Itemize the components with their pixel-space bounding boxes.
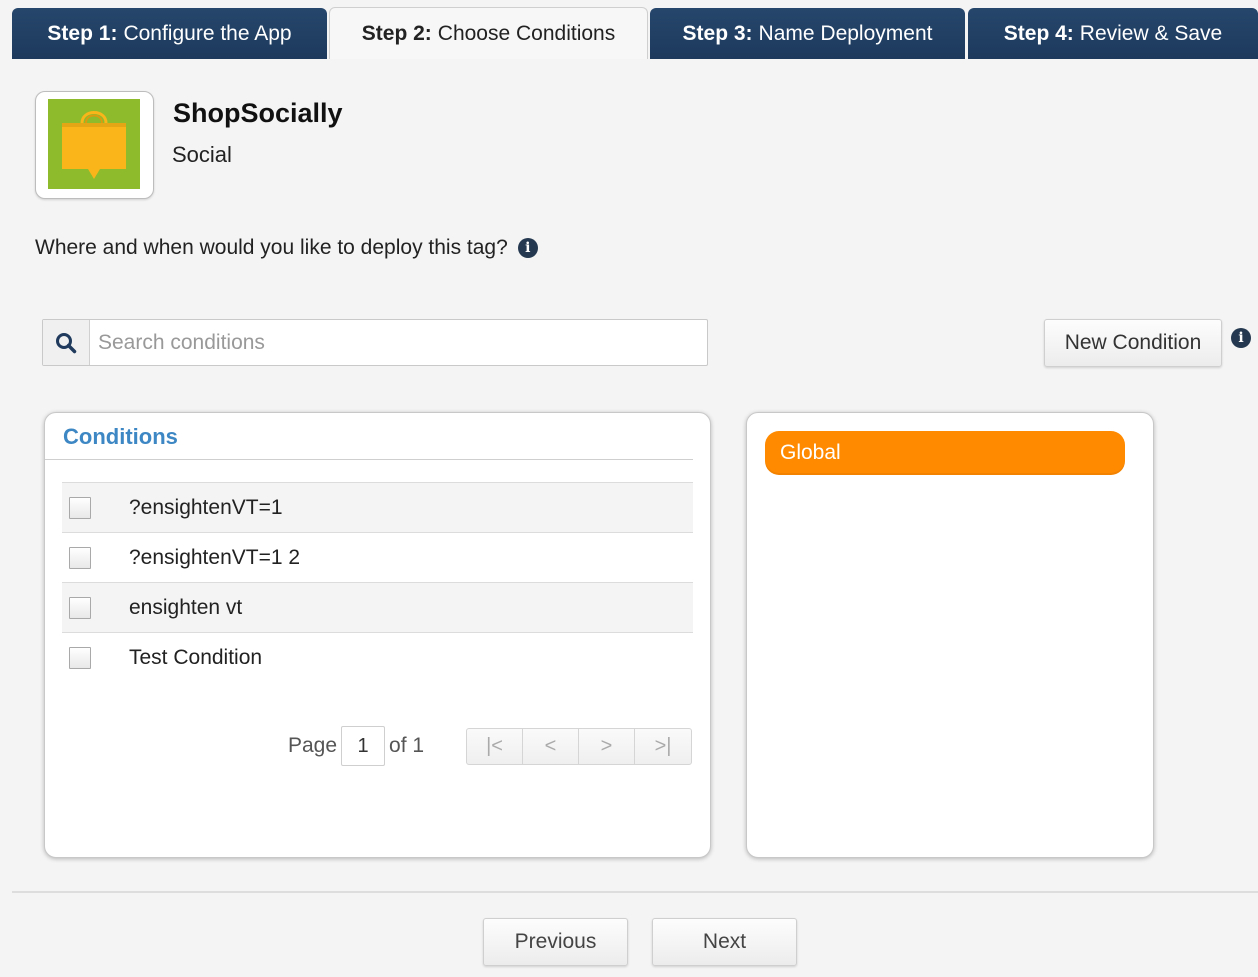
next-button[interactable]: Next bbox=[652, 918, 797, 966]
conditions-list: ?ensightenVT=1 ?ensightenVT=1 2 ensighte… bbox=[62, 482, 693, 682]
tab-name-deployment[interactable]: Step 3: Name Deployment bbox=[650, 8, 965, 59]
footer-divider bbox=[12, 891, 1258, 893]
list-item[interactable]: ?ensightenVT=1 2 bbox=[62, 532, 693, 582]
info-icon[interactable]: i bbox=[1231, 328, 1251, 348]
selected-conditions-panel: Global bbox=[746, 412, 1154, 858]
tab-step-label: Step 4: bbox=[1003, 21, 1074, 45]
previous-button[interactable]: Previous bbox=[483, 918, 628, 966]
tab-label: Review & Save bbox=[1079, 21, 1223, 45]
condition-label: ensighten vt bbox=[129, 595, 243, 619]
pager-buttons: |< < > >| bbox=[466, 728, 692, 765]
condition-checkbox[interactable] bbox=[69, 546, 91, 569]
app-category: Social bbox=[172, 142, 232, 167]
condition-checkbox[interactable] bbox=[69, 646, 91, 669]
pager: Page 1 of 1 bbox=[288, 726, 424, 766]
new-condition-button[interactable]: New Condition bbox=[1044, 319, 1222, 367]
conditions-title: Conditions bbox=[63, 424, 178, 449]
last-page-button[interactable]: >| bbox=[635, 729, 691, 764]
condition-label: Test Condition bbox=[129, 645, 263, 669]
deploy-question: Where and when would you like to deploy … bbox=[35, 236, 538, 260]
tab-step-label: Step 2: bbox=[361, 21, 432, 45]
search-conditions bbox=[42, 319, 708, 366]
search-icon[interactable] bbox=[43, 320, 90, 365]
page-label: Page bbox=[288, 734, 338, 757]
wizard-tabs: Step 1: Configure the App Step 2: Choose C… bbox=[12, 7, 1258, 59]
list-item[interactable]: ?ensightenVT=1 bbox=[62, 482, 693, 532]
tab-label: Configure the App bbox=[123, 21, 292, 45]
prev-page-button[interactable]: < bbox=[523, 729, 579, 764]
conditions-panel: Conditions ?ensightenVT=1 ?ensightenVT=1… bbox=[44, 412, 711, 858]
tab-step-label: Step 1: bbox=[47, 21, 118, 45]
selected-condition-global[interactable]: Global bbox=[765, 431, 1125, 475]
page-of-label: of 1 bbox=[389, 734, 425, 757]
tab-configure-app[interactable]: Step 1: Configure the App bbox=[12, 8, 327, 59]
tab-step-label: Step 3: bbox=[682, 21, 753, 45]
app-icon bbox=[35, 91, 154, 199]
search-input[interactable] bbox=[90, 320, 707, 365]
tab-review-save[interactable]: Step 4: Review & Save bbox=[968, 8, 1258, 59]
app-name: ShopSocially bbox=[173, 98, 343, 128]
divider bbox=[45, 459, 693, 460]
info-icon[interactable]: i bbox=[517, 238, 538, 258]
next-page-button[interactable]: > bbox=[579, 729, 635, 764]
list-item[interactable]: Test Condition bbox=[62, 632, 693, 682]
condition-checkbox[interactable] bbox=[69, 496, 91, 519]
tab-label: Name Deployment bbox=[758, 21, 933, 45]
condition-checkbox[interactable] bbox=[69, 596, 91, 619]
list-item[interactable]: ensighten vt bbox=[62, 582, 693, 632]
shopping-bag-icon bbox=[48, 99, 140, 189]
question-text: Where and when would you like to deploy … bbox=[35, 236, 508, 259]
page-number-input[interactable]: 1 bbox=[341, 726, 386, 766]
condition-label: ?ensightenVT=1 bbox=[129, 495, 283, 519]
first-page-button[interactable]: |< bbox=[467, 729, 523, 764]
tab-label: Choose Conditions bbox=[437, 21, 616, 45]
condition-label: ?ensightenVT=1 2 bbox=[129, 545, 301, 569]
tab-choose-conditions[interactable]: Step 2: Choose Conditions bbox=[329, 7, 648, 59]
